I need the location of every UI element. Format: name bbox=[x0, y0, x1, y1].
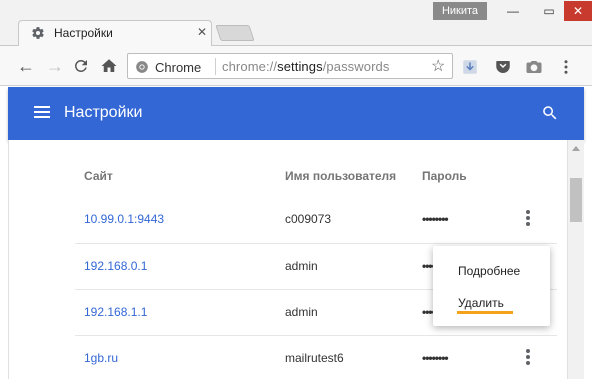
minimize-button[interactable]: — bbox=[501, 1, 525, 21]
title-bar: Никита — ▭ ✕ Настройки ✕ bbox=[0, 0, 592, 47]
username-cell: c009073 bbox=[285, 212, 332, 226]
page-title: Настройки bbox=[64, 104, 143, 121]
table-row: 1gb.ru mailrutest6 •••••••• bbox=[75, 335, 557, 379]
maximize-button[interactable]: ▭ bbox=[537, 1, 561, 21]
more-actions-icon[interactable] bbox=[526, 210, 530, 226]
scrollbar[interactable] bbox=[568, 140, 584, 379]
username-cell: admin bbox=[285, 305, 318, 319]
search-icon[interactable] bbox=[541, 104, 559, 122]
home-icon[interactable] bbox=[100, 57, 118, 75]
download-extension-icon[interactable] bbox=[461, 58, 479, 76]
new-tab-button[interactable] bbox=[215, 25, 255, 41]
row-context-menu: Подробнее Удалить bbox=[433, 246, 550, 326]
site-link[interactable]: 192.168.0.1 bbox=[84, 259, 147, 273]
site-link[interactable]: 10.99.0.1:9443 bbox=[84, 212, 164, 226]
column-header-password: Пароль bbox=[422, 169, 467, 183]
username-cell: mailrutest6 bbox=[285, 351, 344, 365]
url-path: /passwords bbox=[322, 59, 390, 74]
gear-icon bbox=[32, 27, 44, 39]
scrollbar-thumb[interactable] bbox=[570, 178, 582, 222]
address-divider bbox=[215, 58, 216, 75]
browser-toolbar: ← → Chrome chrome://settings/passwords ☆ bbox=[0, 46, 592, 86]
pocket-icon[interactable] bbox=[494, 58, 512, 76]
bookmark-star-icon[interactable]: ☆ bbox=[431, 56, 445, 76]
chrome-menu-icon[interactable] bbox=[557, 58, 575, 76]
chrome-logo-icon bbox=[136, 61, 148, 73]
origin-chip-label: Chrome bbox=[155, 59, 202, 75]
camera-icon[interactable] bbox=[525, 58, 543, 76]
close-window-button[interactable]: ✕ bbox=[564, 1, 592, 21]
url-host: settings bbox=[277, 59, 323, 74]
column-header-site: Сайт bbox=[84, 169, 113, 183]
hamburger-menu-icon[interactable] bbox=[34, 106, 50, 119]
menu-item-details[interactable]: Подробнее bbox=[458, 264, 520, 278]
tab-close-icon[interactable]: ✕ bbox=[197, 25, 207, 39]
settings-header: Настройки bbox=[8, 87, 584, 140]
menu-item-delete[interactable]: Удалить bbox=[458, 296, 504, 310]
site-link[interactable]: 192.168.1.1 bbox=[84, 305, 147, 319]
column-header-username: Имя пользователя bbox=[285, 169, 397, 183]
tab-title: Настройки bbox=[54, 26, 113, 40]
password-cell: •••••••• bbox=[422, 212, 449, 226]
table-row: 10.99.0.1:9443 c009073 •••••••• bbox=[75, 197, 557, 243]
url-scheme: chrome:// bbox=[222, 59, 278, 74]
more-actions-icon[interactable] bbox=[526, 349, 530, 365]
reload-icon[interactable] bbox=[72, 57, 90, 75]
profile-button[interactable]: Никита bbox=[433, 2, 487, 20]
address-bar[interactable]: Chrome chrome://settings/passwords ☆ bbox=[127, 53, 453, 79]
origin-chip[interactable]: Chrome bbox=[135, 59, 201, 75]
highlight-underline bbox=[457, 311, 513, 314]
forward-button[interactable]: → bbox=[45, 56, 65, 76]
url-text[interactable]: chrome://settings/passwords bbox=[222, 59, 389, 74]
password-cell: •••••••• bbox=[422, 351, 449, 365]
back-button[interactable]: ← bbox=[16, 56, 36, 76]
username-cell: admin bbox=[285, 259, 318, 273]
scroll-up-arrow-icon[interactable] bbox=[572, 146, 580, 151]
site-link[interactable]: 1gb.ru bbox=[84, 351, 118, 365]
tab-settings[interactable]: Настройки ✕ bbox=[18, 20, 212, 47]
